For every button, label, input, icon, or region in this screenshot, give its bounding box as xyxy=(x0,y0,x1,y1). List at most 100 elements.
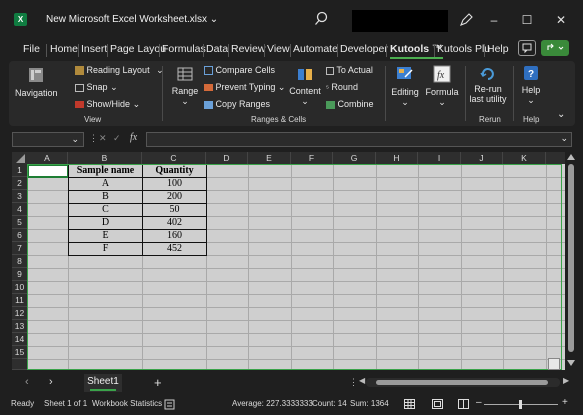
collapse-ribbon-icon[interactable]: ⌄ xyxy=(557,109,565,120)
column-header[interactable]: B xyxy=(68,152,142,164)
enter-icon[interactable]: ✓ xyxy=(113,133,121,144)
minimize-button[interactable]: – xyxy=(482,10,506,30)
column-header[interactable]: I xyxy=(418,152,461,164)
column-header[interactable]: H xyxy=(376,152,418,164)
pen-icon[interactable] xyxy=(458,12,474,28)
chevron-down-icon[interactable]: ⌄ xyxy=(71,134,79,145)
editing-button[interactable]: Editing ⌄ xyxy=(388,65,422,108)
table-cell-quantity[interactable]: 402 xyxy=(142,216,207,230)
snap-button[interactable]: Snap ⌄ xyxy=(75,82,118,93)
row-header[interactable]: 11 xyxy=(12,294,27,307)
tab-file[interactable]: File xyxy=(23,43,40,55)
compare-cells-button[interactable]: Compare Cells xyxy=(204,65,275,76)
column-header[interactable]: D xyxy=(206,152,248,164)
content-button[interactable]: Content ⌄ xyxy=(287,67,323,107)
tab-split-grip-icon[interactable]: ⋮ xyxy=(349,377,358,388)
row-header[interactable]: 5 xyxy=(12,216,27,229)
table-cell-quantity[interactable]: 200 xyxy=(142,190,207,204)
round-button[interactable]: ⁵ Round xyxy=(326,82,358,92)
row-header[interactable]: 8 xyxy=(12,255,27,268)
zoom-in-button[interactable]: + xyxy=(562,397,568,408)
reading-layout-button[interactable]: Reading Layout ⌄ xyxy=(75,65,164,76)
column-header[interactable]: G xyxy=(333,152,376,164)
table-cell-sample[interactable]: B xyxy=(68,190,143,204)
spreadsheet-grid[interactable]: A B C D E F G H I J K 1 2 3 4 5 6 7 8 9 … xyxy=(12,152,565,370)
tab-page-layout[interactable]: Page Layou xyxy=(110,43,166,55)
vertical-scroll-thumb[interactable] xyxy=(568,164,574,352)
comments-button[interactable] xyxy=(518,40,536,56)
active-cell-a1[interactable] xyxy=(27,164,69,178)
tab-formulas[interactable]: Formulas xyxy=(162,43,206,55)
table-cell-sample[interactable]: A xyxy=(68,177,143,191)
table-cell-quantity[interactable]: 160 xyxy=(142,229,207,243)
status-count[interactable]: Count: 14 xyxy=(312,399,347,408)
column-header[interactable]: K xyxy=(503,152,546,164)
tab-view[interactable]: View xyxy=(267,43,290,55)
search-icon[interactable] xyxy=(313,10,331,28)
tab-help[interactable]: Help xyxy=(487,43,509,55)
row-header[interactable]: 14 xyxy=(12,333,27,346)
tab-data[interactable]: Data xyxy=(206,43,228,55)
copy-ranges-button[interactable]: Copy Ranges xyxy=(204,99,270,109)
add-sheet-button[interactable]: + xyxy=(154,375,162,390)
tab-automate[interactable]: Automate xyxy=(293,43,338,55)
row-header[interactable]: 7 xyxy=(12,242,27,255)
page-break-view-icon[interactable] xyxy=(458,399,469,409)
tab-developer[interactable]: Developer xyxy=(340,43,388,55)
next-sheet-icon[interactable]: › xyxy=(49,376,53,388)
column-header[interactable]: C xyxy=(142,152,206,164)
table-cell-sample[interactable]: C xyxy=(68,203,143,217)
sheet-tab-sheet1[interactable]: Sheet1 xyxy=(84,374,122,392)
page-layout-view-icon[interactable] xyxy=(432,399,443,409)
share-button[interactable] xyxy=(541,40,569,56)
table-header-sample-name[interactable]: Sample name xyxy=(68,164,143,178)
table-cell-quantity[interactable]: 452 xyxy=(142,242,207,256)
paste-options-icon[interactable] xyxy=(548,358,560,370)
rerun-button[interactable]: Re-run last utility xyxy=(466,65,510,104)
tab-review[interactable]: Review xyxy=(231,43,265,55)
help-button[interactable]: ? Help ⌄ xyxy=(516,65,546,106)
column-header[interactable]: J xyxy=(461,152,503,164)
cancel-icon[interactable]: ✕ xyxy=(99,133,107,144)
row-header[interactable]: 2 xyxy=(12,177,27,190)
table-cell-sample[interactable]: D xyxy=(68,216,143,230)
navigation-button[interactable]: Navigation xyxy=(15,67,58,98)
maximize-button[interactable]: ☐ xyxy=(515,10,539,30)
table-cell-sample[interactable]: F xyxy=(68,242,143,256)
table-cell-sample[interactable]: E xyxy=(68,229,143,243)
row-header[interactable]: 3 xyxy=(12,190,27,203)
to-actual-button[interactable]: To Actual xyxy=(326,65,373,75)
zoom-slider-thumb[interactable] xyxy=(519,400,522,409)
tab-kutools-plus[interactable]: Kutools Plu xyxy=(437,43,490,55)
table-cell-quantity[interactable]: 50 xyxy=(142,203,207,217)
row-header[interactable]: 13 xyxy=(12,320,27,333)
column-header[interactable]: A xyxy=(27,152,68,164)
tab-home[interactable]: Home xyxy=(50,43,78,55)
row-header[interactable]: 6 xyxy=(12,229,27,242)
account-area[interactable] xyxy=(352,10,448,32)
row-header[interactable]: 15 xyxy=(12,346,27,359)
column-header[interactable]: E xyxy=(248,152,291,164)
status-average[interactable]: Average: 227.3333333 xyxy=(232,399,313,408)
accessibility-icon[interactable] xyxy=(164,399,175,410)
tab-insert[interactable]: Insert xyxy=(81,43,107,55)
scroll-down-icon[interactable] xyxy=(567,360,575,366)
scroll-up-icon[interactable] xyxy=(567,154,575,160)
column-header[interactable]: F xyxy=(291,152,333,164)
workbook-statistics-button[interactable]: Workbook Statistics xyxy=(92,399,162,408)
scroll-right-icon[interactable]: ▶ xyxy=(563,376,569,385)
horizontal-scroll-thumb[interactable] xyxy=(376,380,548,385)
row-header[interactable]: 10 xyxy=(12,281,27,294)
row-header[interactable]: 4 xyxy=(12,203,27,216)
close-button[interactable]: ✕ xyxy=(549,10,573,30)
range-button[interactable]: Range ⌄ xyxy=(170,67,200,107)
status-sum[interactable]: Sum: 1364 xyxy=(350,399,389,408)
row-header[interactable]: 1 xyxy=(12,164,27,177)
formula-button[interactable]: fx Formula ⌄ xyxy=(423,65,461,108)
row-header[interactable]: 12 xyxy=(12,307,27,320)
vertical-scrollbar[interactable] xyxy=(565,152,577,370)
prevent-typing-button[interactable]: Prevent Typing ⌄ xyxy=(204,82,285,93)
table-header-quantity[interactable]: Quantity xyxy=(142,164,207,178)
zoom-out-button[interactable]: – xyxy=(476,397,482,408)
show-hide-button[interactable]: Show/Hide ⌄ xyxy=(75,99,140,110)
